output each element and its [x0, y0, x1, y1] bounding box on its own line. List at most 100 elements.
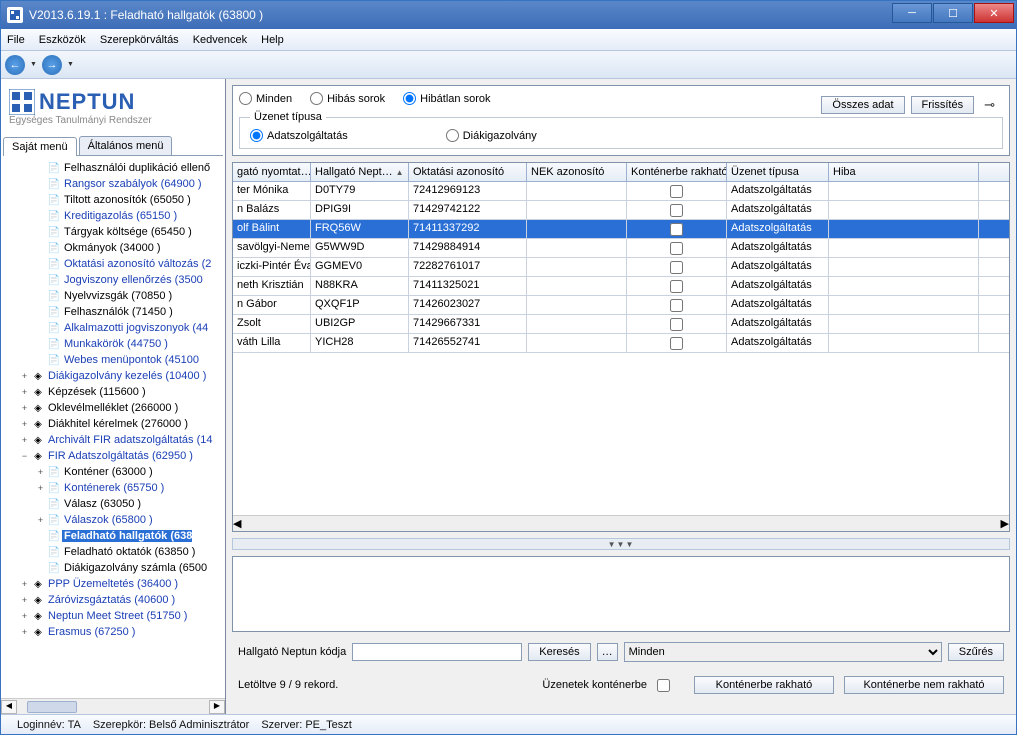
close-button[interactable]: ✕	[974, 3, 1014, 23]
nav-back-dropdown[interactable]: ▼	[27, 61, 40, 68]
tree-node[interactable]: +📄Konténer (63000 )	[3, 464, 223, 480]
table-row[interactable]: ZsoltUBI2GP71429667331Adatszolgáltatás	[233, 315, 1009, 334]
sidebar-hscrollbar[interactable]: ◀ ▶	[1, 698, 225, 714]
expand-icon[interactable]: +	[19, 611, 30, 621]
filter-button[interactable]: Szűrés	[948, 643, 1004, 661]
nav-tree[interactable]: 📄Felhasználói duplikáció ellenő📄Rangsor …	[1, 156, 225, 698]
to-container-button[interactable]: Konténerbe rakható	[694, 676, 834, 694]
all-data-button[interactable]: Összes adat	[821, 96, 904, 114]
table-row[interactable]: váth LillaYICH2871426552741Adatszolgálta…	[233, 334, 1009, 353]
tab-own-menu[interactable]: Saját menü	[3, 137, 77, 156]
tree-node[interactable]: 📄Oktatási azonosító változás (2	[3, 256, 223, 272]
table-row[interactable]: olf BálintFRQ56W71411337292Adatszolgálta…	[233, 220, 1009, 239]
column-header[interactable]: Hallgató Nept…▲	[311, 163, 409, 181]
table-row[interactable]: n GáborQXQF1P71426023027Adatszolgáltatás	[233, 296, 1009, 315]
tree-node[interactable]: 📄Feladható oktatók (63850 )	[3, 544, 223, 560]
column-header[interactable]: NEK azonosító	[527, 163, 627, 181]
scroll-left-button[interactable]: ◀	[1, 700, 17, 714]
tree-node[interactable]: +📄Válaszok (65800 )	[3, 512, 223, 528]
maximize-button[interactable]: ☐	[933, 3, 973, 23]
tree-node[interactable]: 📄Felhasználók (71450 )	[3, 304, 223, 320]
grid-hscrollbar[interactable]: ◀ ▶	[233, 515, 1009, 531]
menu-fav[interactable]: Kedvencek	[193, 34, 247, 46]
tree-node[interactable]: 📄Tárgyak költsége (65450 )	[3, 224, 223, 240]
not-to-container-button[interactable]: Konténerbe nem rakható	[844, 676, 1004, 694]
radio-good[interactable]: Hibátlan sorok	[403, 92, 490, 105]
tree-node[interactable]: 📄Diákigazolvány számla (6500	[3, 560, 223, 576]
refresh-button[interactable]: Frissítés	[911, 96, 975, 114]
expand-icon[interactable]: +	[19, 595, 30, 605]
expand-icon[interactable]: +	[35, 467, 46, 477]
expand-icon[interactable]: +	[19, 387, 30, 397]
expand-icon[interactable]: +	[19, 579, 30, 589]
search-button[interactable]: Keresés	[528, 643, 590, 661]
tree-node[interactable]: 📄Rangsor szabályok (64900 )	[3, 176, 223, 192]
expand-icon[interactable]: +	[19, 435, 30, 445]
nav-forward-button[interactable]: →	[42, 55, 62, 75]
tree-node[interactable]: 📄Kreditigazolás (65150 )	[3, 208, 223, 224]
pin-icon[interactable]: ⊸	[980, 97, 999, 113]
table-row[interactable]: n BalázsDPIG9I71429742122Adatszolgáltatá…	[233, 201, 1009, 220]
tree-node[interactable]: 📄Alkalmazotti jogviszonyok (44	[3, 320, 223, 336]
radio-card[interactable]: Diákigazolvány	[446, 129, 537, 142]
row-checkbox[interactable]	[670, 318, 683, 331]
tree-node[interactable]: 📄Válasz (63050 )	[3, 496, 223, 512]
message-area[interactable]	[232, 556, 1010, 632]
grid-body[interactable]: ter MónikaD0TY7972412969123Adatszolgálta…	[233, 182, 1009, 515]
tree-node[interactable]: 📄Webes menüpontok (45100	[3, 352, 223, 368]
nav-forward-dropdown[interactable]: ▼	[64, 61, 77, 68]
column-header[interactable]: Konténerbe rakható	[627, 163, 727, 181]
search-dropdown[interactable]: Minden	[624, 642, 942, 662]
table-row[interactable]: iczki-Pintér ÉvaGGMEV072282761017Adatszo…	[233, 258, 1009, 277]
search-input[interactable]	[352, 643, 522, 661]
tree-node[interactable]: 📄Feladható hallgatók (638	[3, 528, 223, 544]
tab-general-menu[interactable]: Általános menü	[79, 136, 173, 155]
row-checkbox[interactable]	[670, 299, 683, 312]
column-header[interactable]: gató nyomtat…	[233, 163, 311, 181]
tree-node[interactable]: 📄Munkakörök (44750 )	[3, 336, 223, 352]
expand-icon[interactable]: +	[19, 627, 30, 637]
scroll-thumb[interactable]	[27, 701, 77, 713]
grid-scroll-left[interactable]: ◀	[233, 517, 241, 530]
grid-scroll-right[interactable]: ▶	[1001, 517, 1009, 530]
tree-node[interactable]: +◈Oklevélmelléklet (266000 )	[3, 400, 223, 416]
row-checkbox[interactable]	[670, 261, 683, 274]
expand-icon[interactable]: −	[19, 451, 30, 461]
splitter[interactable]: ▼▼▼	[232, 538, 1010, 550]
table-row[interactable]: savölgyi-NemesG5WW9D71429884914Adatszolg…	[233, 239, 1009, 258]
tree-node[interactable]: 📄Nyelvvizsgák (70850 )	[3, 288, 223, 304]
table-row[interactable]: ter MónikaD0TY7972412969123Adatszolgálta…	[233, 182, 1009, 201]
tree-node[interactable]: +◈Neptun Meet Street (51750 )	[3, 608, 223, 624]
menu-help[interactable]: Help	[261, 34, 284, 46]
radio-bad[interactable]: Hibás sorok	[310, 92, 385, 105]
tree-node[interactable]: +◈Diákhitel kérelmek (276000 )	[3, 416, 223, 432]
scroll-right-button[interactable]: ▶	[209, 700, 225, 714]
expand-icon[interactable]: +	[19, 371, 30, 381]
tree-node[interactable]: +◈Erasmus (67250 )	[3, 624, 223, 640]
tree-node[interactable]: 📄Tiltott azonosítók (65050 )	[3, 192, 223, 208]
row-checkbox[interactable]	[670, 185, 683, 198]
row-checkbox[interactable]	[670, 242, 683, 255]
expand-icon[interactable]: +	[19, 403, 30, 413]
tree-node[interactable]: −◈FIR Adatszolgáltatás (62950 )	[3, 448, 223, 464]
msg-to-container-checkbox[interactable]	[657, 679, 670, 692]
table-row[interactable]: neth KrisztiánN88KRA71411325021Adatszolg…	[233, 277, 1009, 296]
tree-node[interactable]: +◈Képzések (115600 )	[3, 384, 223, 400]
column-header[interactable]: Üzenet típusa	[727, 163, 829, 181]
tree-node[interactable]: 📄Felhasználói duplikáció ellenő	[3, 160, 223, 176]
tree-node[interactable]: +📄Konténerek (65750 )	[3, 480, 223, 496]
expand-icon[interactable]: +	[19, 419, 30, 429]
expand-icon[interactable]: +	[35, 515, 46, 525]
minimize-button[interactable]: ─	[892, 3, 932, 23]
column-header[interactable]: Oktatási azonosító	[409, 163, 527, 181]
menu-tools[interactable]: Eszközök	[39, 34, 86, 46]
tree-node[interactable]: 📄Jogviszony ellenőrzés (3500	[3, 272, 223, 288]
menu-roles[interactable]: Szerepkörváltás	[100, 34, 179, 46]
row-checkbox[interactable]	[670, 204, 683, 217]
row-checkbox[interactable]	[670, 223, 683, 236]
expand-icon[interactable]: +	[35, 483, 46, 493]
browse-button[interactable]: …	[597, 643, 618, 661]
row-checkbox[interactable]	[670, 280, 683, 293]
tree-node[interactable]: 📄Okmányok (34000 )	[3, 240, 223, 256]
tree-node[interactable]: +◈Archivált FIR adatszolgáltatás (14	[3, 432, 223, 448]
